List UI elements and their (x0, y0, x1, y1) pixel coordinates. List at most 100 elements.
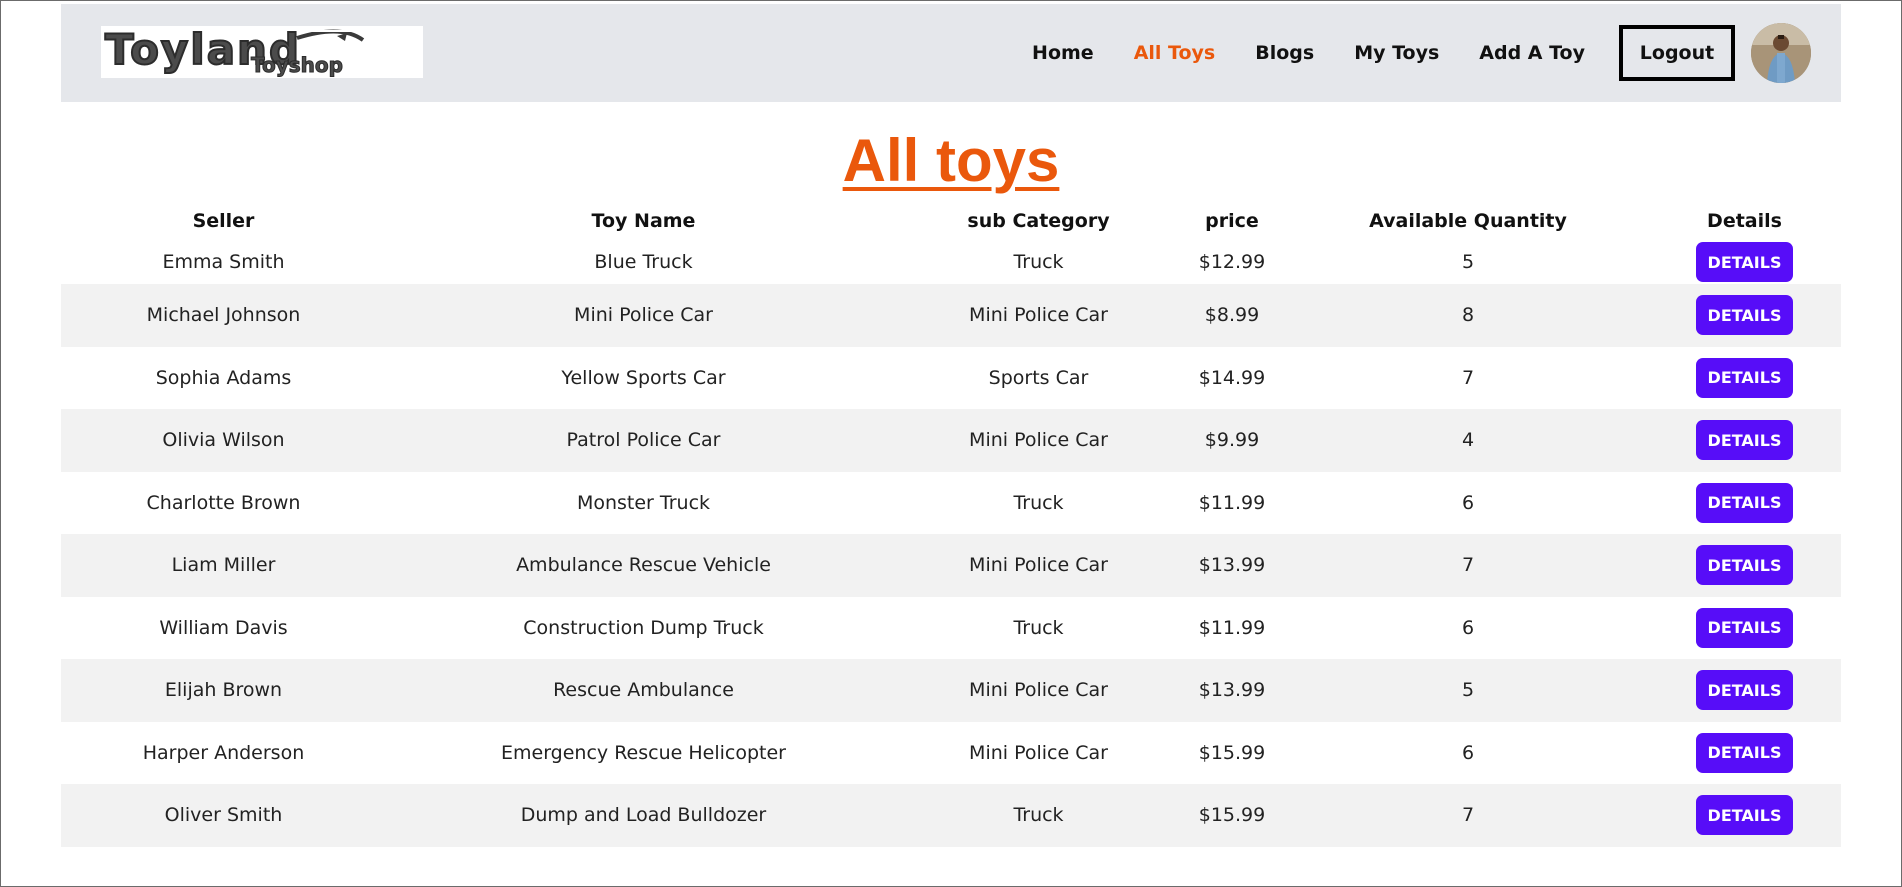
table-row: Liam Miller Ambulance Rescue Vehicle Min… (61, 534, 1841, 597)
table-row: Oliver Smith Dump and Load Bulldozer Tru… (61, 784, 1841, 847)
cell-details: DETAILS (1648, 597, 1841, 660)
cell-toy-name: Mini Police Car (574, 304, 713, 327)
logo-subtitle: Toyshop (251, 53, 344, 77)
cell-details: DETAILS (1648, 409, 1841, 472)
nav-home[interactable]: Home (1032, 42, 1094, 64)
cell-quantity: 6 (1461, 616, 1475, 639)
cell-price: $15.99 (1198, 804, 1266, 827)
cell-toy-name: Monster Truck (576, 491, 711, 514)
cell-quantity: 4 (1461, 429, 1475, 452)
table-head: Seller Toy Name sub Category price Avail… (61, 202, 1841, 240)
page-title-wrap: All toys (61, 130, 1841, 192)
toys-table: Seller Toy Name sub Category price Avail… (61, 202, 1841, 847)
table-row: Michael Johnson Mini Police Car Mini Pol… (61, 284, 1841, 347)
nav-my-toys[interactable]: My Toys (1354, 42, 1439, 64)
cell-sub-category: Truck (1013, 804, 1064, 827)
cell-quantity: 5 (1461, 251, 1475, 273)
cell-details: DETAILS (1648, 347, 1841, 410)
cell-sub-category: Mini Police Car (969, 554, 1108, 577)
table-row: Charlotte Brown Monster Truck Truck $11.… (61, 472, 1841, 535)
cell-sub-category: Truck (1013, 616, 1064, 639)
cell-seller: Michael Johnson (146, 304, 301, 327)
cell-seller: Harper Anderson (142, 741, 305, 764)
cell-price: $9.99 (1204, 429, 1260, 452)
cell-price: $14.99 (1198, 366, 1266, 389)
cell-toy-name: Dump and Load Bulldozer (520, 804, 767, 827)
cell-quantity: 6 (1461, 491, 1475, 514)
nav-blogs[interactable]: Blogs (1255, 42, 1314, 64)
cell-price: $12.99 (1198, 251, 1266, 273)
table-header-row: Seller Toy Name sub Category price Avail… (61, 202, 1841, 240)
details-button[interactable]: DETAILS (1696, 420, 1793, 461)
table-row: William Davis Construction Dump Truck Tr… (61, 597, 1841, 660)
cell-toy-name: Emergency Rescue Helicopter (501, 741, 786, 764)
cell-details: DETAILS (1648, 472, 1841, 535)
cell-toy-name: Blue Truck (594, 251, 693, 273)
cell-price: $8.99 (1204, 304, 1260, 327)
logout-button[interactable]: Logout (1619, 25, 1735, 81)
cell-price: $13.99 (1198, 554, 1266, 577)
details-button[interactable]: DETAILS (1696, 295, 1793, 336)
details-button[interactable]: DETAILS (1696, 795, 1793, 836)
avatar-icon (1751, 23, 1811, 83)
cell-sub-category: Truck (1013, 491, 1064, 514)
details-button[interactable]: DETAILS (1696, 482, 1793, 523)
cell-seller: Charlotte Brown (146, 491, 301, 514)
table-row: Harper Anderson Emergency Rescue Helicop… (61, 722, 1841, 785)
cell-sub-category: Mini Police Car (969, 429, 1108, 452)
cell-price: $15.99 (1198, 741, 1266, 764)
header-price: price (1205, 210, 1259, 232)
cell-details: DETAILS (1648, 784, 1841, 847)
cell-toy-name: Patrol Police Car (566, 429, 721, 452)
table-row: Elijah Brown Rescue Ambulance Mini Polic… (61, 659, 1841, 722)
nav-all-toys[interactable]: All Toys (1134, 42, 1216, 64)
details-button[interactable]: DETAILS (1696, 732, 1793, 773)
cell-details: DETAILS (1648, 722, 1841, 785)
user-avatar[interactable] (1751, 23, 1811, 83)
header-sub-category: sub Category (967, 210, 1110, 232)
page-frame: Toyland Toyshop Home All Toys Blogs My T… (0, 0, 1902, 887)
header-seller: Seller (192, 210, 255, 232)
nav-add-a-toy[interactable]: Add A Toy (1479, 42, 1585, 64)
cell-quantity: 7 (1461, 366, 1475, 389)
cell-quantity: 5 (1461, 679, 1475, 702)
header-details: Details (1707, 210, 1782, 232)
page-container: Toyland Toyshop Home All Toys Blogs My T… (61, 4, 1841, 847)
details-button[interactable]: DETAILS (1696, 545, 1793, 586)
cell-quantity: 7 (1461, 554, 1475, 577)
details-button[interactable]: DETAILS (1696, 607, 1793, 648)
cell-details: DETAILS (1648, 659, 1841, 722)
cell-quantity: 8 (1461, 304, 1475, 327)
cell-details: DETAILS (1648, 284, 1841, 347)
table-body: Emma Smith Blue Truck Truck $12.99 5 DET… (61, 240, 1841, 847)
table-row: Olivia Wilson Patrol Police Car Mini Pol… (61, 409, 1841, 472)
cell-quantity: 6 (1461, 741, 1475, 764)
page-title: All toys (842, 127, 1060, 194)
cell-seller: Oliver Smith (164, 804, 283, 827)
details-button[interactable]: DETAILS (1696, 357, 1793, 398)
cell-seller: Liam Miller (171, 554, 276, 577)
cell-toy-name: Ambulance Rescue Vehicle (516, 554, 771, 577)
cell-seller: Sophia Adams (155, 366, 292, 389)
cell-sub-category: Sports Car (988, 366, 1089, 389)
nav-right: Home All Toys Blogs My Toys Add A Toy Lo… (992, 23, 1811, 83)
cell-details: DETAILS (1648, 240, 1841, 284)
cell-seller: Emma Smith (162, 251, 285, 273)
table-row: Emma Smith Blue Truck Truck $12.99 5 DET… (61, 240, 1841, 284)
cell-sub-category: Mini Police Car (969, 741, 1108, 764)
cell-toy-name: Construction Dump Truck (523, 616, 764, 639)
cell-sub-category: Mini Police Car (969, 304, 1108, 327)
cell-seller: William Davis (159, 616, 288, 639)
details-button[interactable]: DETAILS (1696, 670, 1793, 711)
cell-price: $13.99 (1198, 679, 1266, 702)
header-available-quantity: Available Quantity (1369, 210, 1567, 232)
cell-toy-name: Yellow Sports Car (561, 366, 726, 389)
cell-quantity: 7 (1461, 804, 1475, 827)
cell-seller: Elijah Brown (164, 679, 283, 702)
site-logo[interactable]: Toyland Toyshop (101, 26, 423, 78)
cell-sub-category: Mini Police Car (969, 679, 1108, 702)
header-toy-name: Toy Name (591, 210, 696, 232)
details-button[interactable]: DETAILS (1696, 242, 1793, 282)
cell-details: DETAILS (1648, 534, 1841, 597)
navbar: Toyland Toyshop Home All Toys Blogs My T… (61, 4, 1841, 102)
